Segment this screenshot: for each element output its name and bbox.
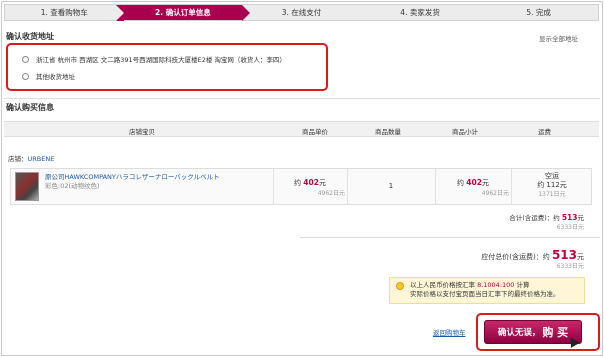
product-info: 原公司HAWKCOMPANYハラコレザーナローバックルベルト 彩色:02(动物纹… [45,173,225,191]
step-online-payment: 3. 在线支付 [242,5,361,20]
address-text: 其他收货地址 [36,73,75,81]
order-total: 应付总价(含运费)：约 513元 6333日元 [481,248,584,272]
unit-price-cell: 约 402元 4962日元 [275,178,345,197]
column-divider [511,169,512,204]
column-divider [435,169,436,204]
divider [300,237,600,238]
unit-price-yen: 4962日元 [317,190,345,197]
radio-button[interactable] [22,55,29,63]
subtotal-yen: 4962日元 [481,190,509,197]
address-option-other[interactable]: 其他收货地址 [22,71,75,81]
column-header-shipping: 运费 [538,128,551,136]
step-complete: 5. 完成 [479,5,598,20]
column-header-unit-price: 商品单价 [302,128,328,136]
items-table-header: 店铺宝贝 商品单价 商品数量 商品小计 运费 [4,121,599,137]
quantity-cell: 1 [349,182,433,190]
shop-label-text: 店铺： [8,155,28,163]
address-highlight-box [6,43,328,91]
column-header-item: 店铺宝贝 [129,128,155,136]
product-title-link[interactable]: 原公司HAWKCOMPANYハラコレザーナローバックルベルト [45,173,225,182]
lightbulb-icon [396,282,404,290]
column-divider [273,169,274,204]
total-unit: 元 [577,253,584,261]
product-thumbnail[interactable] [15,172,39,201]
price-unit: 元 [559,181,567,189]
note-text: 实际价格以支付宝页面当日汇率下的最终价格为准。 [410,290,560,298]
address-option-default[interactable]: 浙江省 杭州市 西湖区 文二路391号西湖国际科技大厦楼E2楼 淘宝网（收货人：… [22,54,286,64]
purchase-section-title: 确认购买信息 [6,103,54,112]
shop-name-link[interactable]: URBENE [28,155,55,163]
shipping-yen: 1371日元 [538,191,566,198]
subtotal-cell: 约 402元 4962日元 [437,178,509,197]
step-label: 4. 卖家发货 [400,8,440,17]
note-text: 以上人民币价格按汇率 [410,281,475,289]
price-prefix: 约 [537,181,545,189]
product-variant: 彩色:02(动物纹色) [45,182,100,190]
total-label: 应付总价(含运费)：约 [481,253,550,261]
price-unit: 元 [318,179,326,187]
shipping-method: 空运 [545,172,559,180]
subtotal-value: 402 [466,178,482,187]
price-prefix: 约 [294,179,302,187]
divider [4,98,600,99]
back-to-cart-link[interactable]: 返回购物车 [433,327,466,337]
column-divider [347,169,348,204]
price-unit: 元 [481,179,489,187]
step-seller-ship: 4. 卖家发货 [361,5,480,20]
unit-price-value: 402 [303,178,319,187]
shipping-value: 112 [546,181,560,189]
table-row: 原公司HAWKCOMPANYハラコレザーナローバックルベルト 彩色:02(动物纹… [10,168,592,205]
step-label: 1. 查看购物车 [40,8,88,17]
step-label: 2. 确认订单信息 [155,8,211,17]
shop-label: 店铺：URBENE [8,153,54,163]
order-subtotal: 合计(含运费)：约 513元 6333日元 [509,213,584,232]
radio-button[interactable] [22,72,29,80]
show-all-addresses-link[interactable]: 显示全部地址 [539,33,578,43]
subtotal-unit: 元 [577,214,585,222]
exchange-rate: 8.1004:100 [477,281,515,289]
buy-highlight-box: 确认无误，购 买 [476,313,600,351]
total-yen: 6333日元 [556,263,584,270]
quantity-value: 1 [388,182,394,190]
subtotal-label: 合计(含运费)：约 [509,214,560,222]
subtotal-amount: 513 [561,213,578,222]
column-header-quantity: 商品数量 [375,128,401,136]
checkout-progress: 1. 查看购物车 2. 确认订单信息 3. 在线支付 4. 卖家发货 5. 完成 [4,4,599,21]
price-prefix: 约 [457,179,465,187]
column-header-subtotal: 商品小计 [452,128,478,136]
buy-button-label-large: 购 买 [542,326,569,339]
buy-button-label: 确认无误， [497,328,541,338]
step-view-cart: 1. 查看购物车 [5,5,124,21]
step-label: 5. 完成 [526,8,551,17]
total-amount: 513 [551,248,577,262]
subtotal-yen-total: 6333日元 [556,224,584,231]
note-text: 计算 [516,281,530,289]
step-label: 3. 在线支付 [281,8,322,17]
exchange-rate-note: 以上人民币价格按汇率 8.1004:100 计算 实际价格以支付宝页面当日汇率下… [389,277,585,304]
address-text: 浙江省 杭州市 西湖区 文二路391号西湖国际科技大厦楼E2楼 淘宝网（收货人：… [36,56,286,64]
step-confirm-order: 2. 确认订单信息 [123,5,250,21]
shipping-cell: 空运 约 112元 1371日元 [513,172,591,199]
address-section-title: 确认收货地址 [6,32,54,41]
